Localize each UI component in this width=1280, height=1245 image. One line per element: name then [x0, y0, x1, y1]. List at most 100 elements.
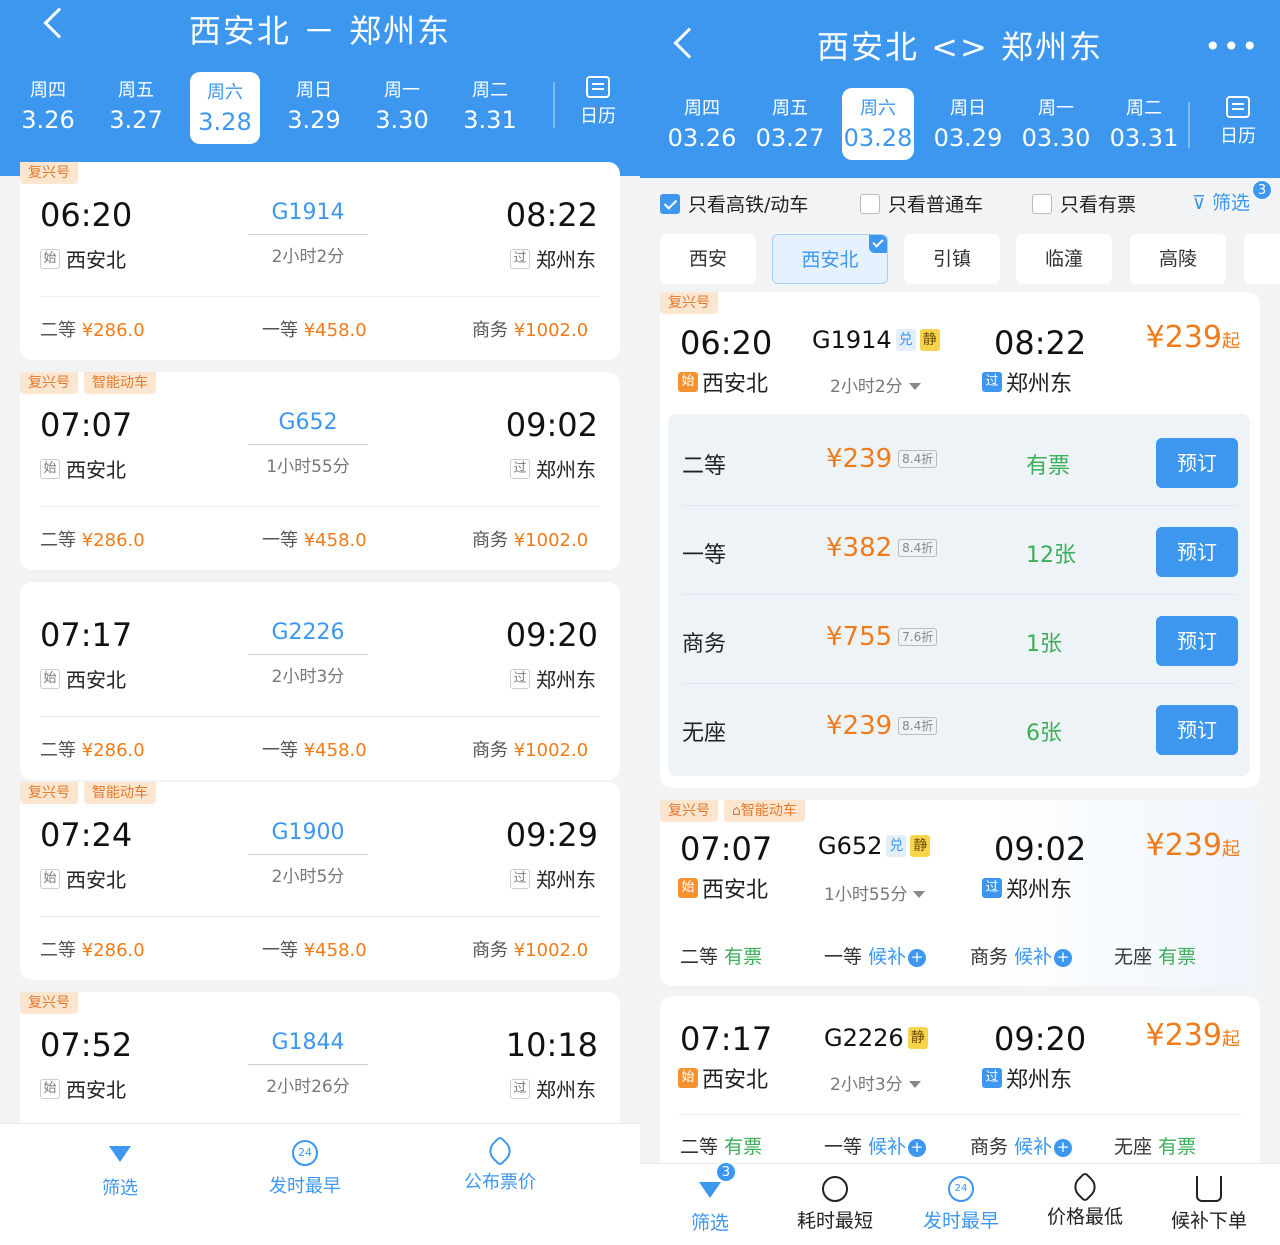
waitlist-label: 候补下单 [1170, 1210, 1247, 1232]
filter-checkbox-2[interactable]: 只看有票 [1032, 190, 1136, 217]
seat-price: ¥382 8.4折 [826, 533, 938, 563]
smart-emu-tag: 智能动车 [84, 372, 156, 394]
origin-badge: 始 [40, 668, 60, 689]
seat-summary-1st[interactable]: 一等 候补 + [824, 942, 927, 969]
train-number: G1844 [271, 1030, 345, 1055]
book-button[interactable]: 预订 [1156, 438, 1238, 488]
date-tab-4[interactable]: 周一 03.30 [1012, 94, 1100, 158]
pass-badge: 过 [982, 1068, 1002, 1088]
train-card[interactable]: 复兴号 06:20 08:22 G1914 2小时2分 始西安北 过郑州东 二等 ¥286.0… [20, 162, 620, 360]
date-tab-2[interactable]: 周六 3.28 [190, 72, 260, 144]
filter-checkbox-1[interactable]: 只看普通车 [860, 190, 983, 217]
book-button[interactable]: 预订 [1156, 616, 1238, 666]
origin-badge: 始 [40, 248, 60, 269]
train-card[interactable]: 07:17 G2226 静 2小时3分 09:20 始西安北 过郑州东 ¥239… [660, 996, 1260, 1176]
calendar-button[interactable]: 日历 [1216, 96, 1260, 148]
seat-price-p3: 商务 ¥1002.0 [472, 736, 588, 762]
calendar-button[interactable]: 日历 [576, 76, 620, 128]
train-card[interactable]: 复兴号 智能动车 07:24 09:29 G1900 2小时5分 始西安北 过郑州东 二等 ¥2… [20, 782, 620, 980]
date-label: 3.28 [198, 108, 252, 136]
seat-summary-1st[interactable]: 一等 候补 + [824, 1132, 927, 1159]
date-tab-0[interactable]: 周四 3.26 [4, 76, 92, 140]
seat-name: 无座 [1114, 946, 1153, 968]
seat-class: 二等 [40, 740, 76, 761]
duration[interactable]: 2小时2分 [830, 372, 921, 397]
from-station: 始西安北 [678, 1062, 768, 1094]
seat-price-p2: 一等 ¥458.0 [262, 936, 367, 962]
divider [40, 916, 600, 917]
cart-icon [1196, 1176, 1222, 1202]
station-chip-0[interactable]: 西安 [660, 234, 756, 284]
from-station: 始西安北 [678, 366, 768, 398]
departure-time: 06:20 [680, 324, 773, 362]
earliest-departure-button[interactable]: 24 发时最早 [916, 1176, 1006, 1233]
station-chip-3[interactable]: 临潼 [1016, 234, 1112, 284]
date-tab-5[interactable]: 周二 03.31 [1100, 94, 1188, 158]
train-number: G1914 兑 静 [812, 326, 940, 354]
arrival-time: 09:29 [505, 816, 598, 854]
price-value: ¥458.0 [303, 740, 367, 761]
departure-time: 07:07 [680, 830, 773, 868]
filter-count-badge: 3 [716, 1162, 736, 1182]
to-station: 过郑州东 [510, 244, 596, 273]
seat-status: 候补 [868, 1136, 907, 1158]
date-tab-5[interactable]: 周二 3.31 [446, 76, 534, 140]
date-tab-2[interactable]: 周六 03.28 [842, 88, 914, 160]
date-label: 03.29 [933, 124, 1003, 152]
seat-name: 二等 [680, 946, 719, 968]
station-chip-1[interactable]: 西安北 [772, 234, 888, 284]
station-chip-2[interactable]: 引镇 [904, 234, 1000, 284]
train-card[interactable]: 复兴号 ⌂智能动车 07:07 G652 兑 静 1小时55分 09:02 始西… [660, 800, 1260, 986]
plus-icon: + [1054, 1139, 1073, 1157]
divider [553, 82, 555, 128]
screen-filter-button[interactable]: ⊽ 筛选 [1192, 188, 1250, 215]
seat-summary-business[interactable]: 商务 候补 + [970, 1132, 1073, 1159]
train-card[interactable]: 复兴号 智能动车 07:07 09:02 G652 1小时55分 始西安北 过郑州东 二等 ¥2… [20, 372, 620, 570]
date-tab-1[interactable]: 周五 3.27 [92, 76, 180, 140]
from-station: 始西安北 [40, 244, 126, 273]
departure-time: 06:20 [40, 196, 133, 234]
shortest-duration-button[interactable]: 耗时最短 [790, 1176, 880, 1233]
filter-button[interactable]: 筛选 [90, 1142, 150, 1200]
published-fare-button[interactable]: 公布票价 [450, 1135, 550, 1194]
fuxing-tag: 复兴号 [20, 162, 78, 184]
seat-name: 无座 [1114, 1136, 1153, 1158]
station-chip-4[interactable]: 高陵 [1130, 234, 1226, 284]
screen-label: 筛选 [1211, 192, 1250, 214]
date-label: 3.27 [109, 106, 163, 134]
price-suffix: 起 [1222, 839, 1240, 860]
seat-price: ¥239 8.4折 [826, 444, 938, 474]
station-chip-label: 临潼 [1044, 248, 1083, 270]
price-value: ¥458.0 [303, 940, 367, 961]
fuxing-tag: 复兴号 [20, 992, 78, 1014]
seat-class: 二等 [40, 320, 76, 341]
date-tab-0[interactable]: 周四 03.26 [658, 94, 746, 158]
filter-icon [109, 1146, 131, 1162]
date-tab-4[interactable]: 周一 3.30 [358, 76, 446, 140]
seat-summary-business[interactable]: 商务 候补 + [970, 942, 1073, 969]
smart-emu-label: 智能动车 [740, 803, 797, 819]
filter-checkbox-0[interactable]: 只看高铁/动车 [660, 190, 808, 217]
filter-button[interactable]: 筛选 [680, 1176, 740, 1235]
duration[interactable]: 1小时55分 [824, 880, 926, 905]
date-tab-1[interactable]: 周五 03.27 [746, 94, 834, 158]
waitlist-order-button[interactable]: 候补下单 [1164, 1176, 1254, 1233]
to-station-name: 郑州东 [1006, 372, 1073, 397]
from-station-name: 西安北 [66, 248, 126, 272]
lowest-price-button[interactable]: 价格最低 [1040, 1171, 1130, 1229]
duration[interactable]: 2小时3分 [830, 1070, 921, 1095]
station-chip-overflow[interactable] [1244, 234, 1280, 284]
pass-badge: 过 [510, 458, 530, 479]
seat-price: ¥755 7.6折 [826, 622, 938, 652]
from-station-name: 西安北 [702, 878, 769, 903]
date-tab-3[interactable]: 周日 3.29 [270, 76, 358, 140]
date-tab-3[interactable]: 周日 03.29 [924, 94, 1012, 158]
train-card[interactable]: 07:17 09:20 G2226 2小时3分 始西安北 过郑州东 二等 ¥286.0 一等 … [20, 582, 620, 780]
more-icon[interactable]: ••• [1204, 30, 1260, 63]
book-button[interactable]: 预订 [1156, 705, 1238, 755]
book-button[interactable]: 预订 [1156, 527, 1238, 577]
seat-price-p2: 一等 ¥458.0 [262, 736, 367, 762]
earliest-departure-button[interactable]: 24 发时最早 [255, 1140, 355, 1198]
bottom-bar: 筛选 24 发时最早 公布票价 [0, 1123, 640, 1245]
origin-badge: 始 [678, 1068, 698, 1088]
